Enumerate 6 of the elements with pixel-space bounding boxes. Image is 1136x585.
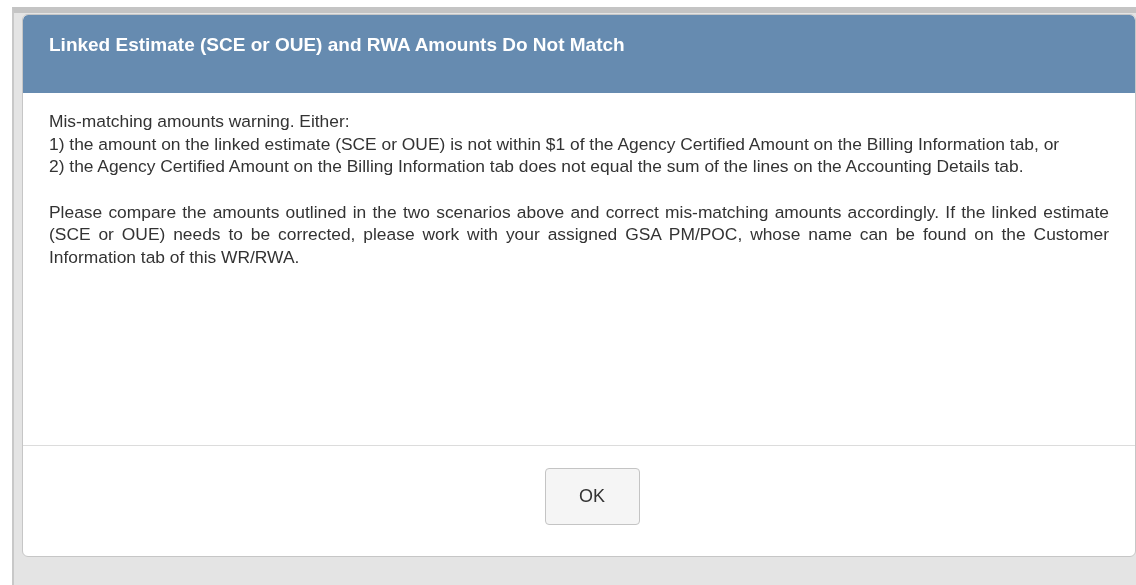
message-text: Please compare the amounts outlined in the two scenarios above and correct mis-matching amounts accordingly. If the linked estimate (SCE or OUE) needs to be corrected, please work with your assigned GSA PM/POC, whose name can be found on the Customer Information tab of this WR/RWA. <box>49 200 1109 268</box>
dialog-title: Linked Estimate (SCE or OUE) and RWA Amounts Do Not Match <box>49 33 626 57</box>
ok-button[interactable]: OK <box>544 468 640 525</box>
message-text: 1) the amount on the linked estimate (SCE or OUE) is not within $1 of the Agency Certified Amount on the Billing Information tab, or <box>49 132 1061 155</box>
message-text: 2) the Agency Certified Amount on the Billing Information tab does not equal the sum of the lines on the Accounting Details tab. <box>49 155 1025 178</box>
message-text: Mis-matching amounts warning. Either: <box>49 110 351 133</box>
